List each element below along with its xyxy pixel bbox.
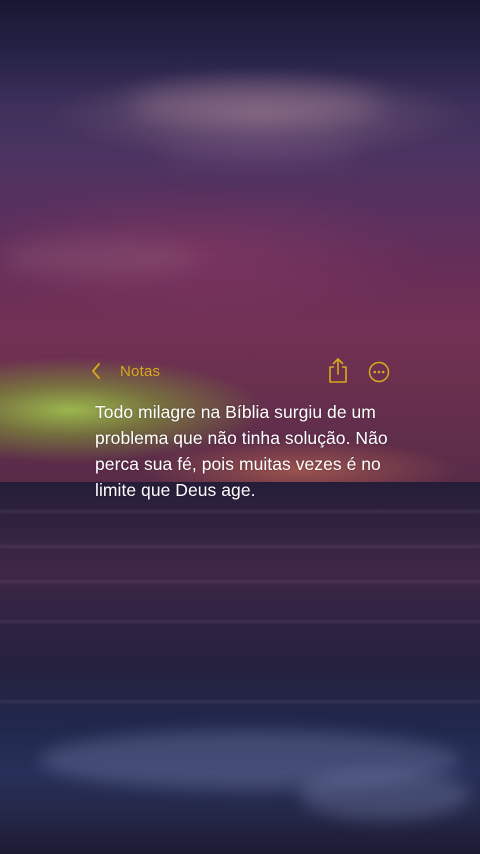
back-label: Notas <box>120 362 161 380</box>
back-button[interactable]: Notas <box>90 356 160 386</box>
share-icon <box>329 358 347 383</box>
more-options-icon <box>368 361 390 383</box>
chevron-left-icon <box>90 356 110 386</box>
screen: Notas Todo milagre na Bíblia surgiu de u… <box>0 0 480 854</box>
notes-header: Notas <box>90 356 400 388</box>
share-button[interactable] <box>326 357 350 385</box>
more-options-button[interactable] <box>368 361 390 383</box>
note-text[interactable]: Todo milagre na Bíblia surgiu de um prob… <box>95 399 425 503</box>
